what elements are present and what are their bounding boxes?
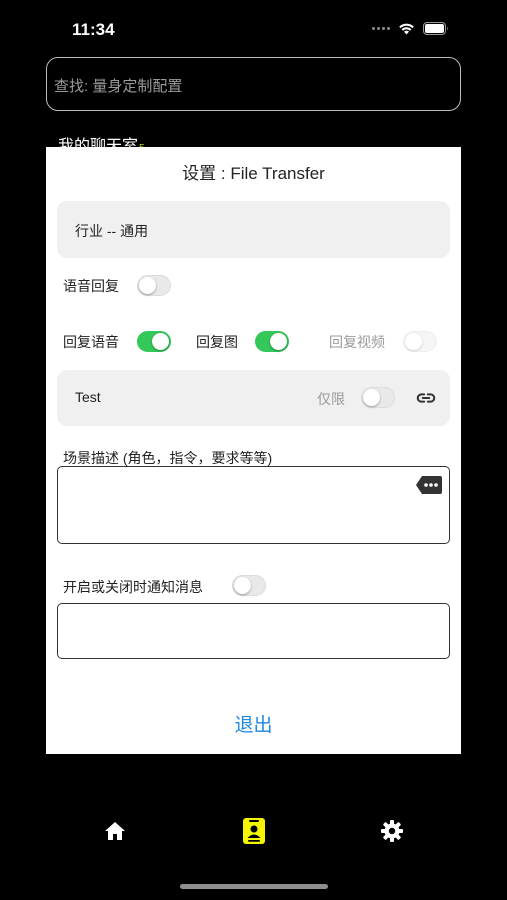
voice-reply-label: 语音回复 — [63, 278, 119, 294]
test-row: Test 仅限 — [57, 370, 450, 426]
search-text: 查找: 量身定制配置 — [54, 78, 183, 95]
reply-image-toggle[interactable] — [255, 331, 289, 352]
limit-toggle[interactable] — [361, 387, 395, 408]
tab-settings[interactable] — [376, 815, 408, 847]
reply-image-label: 回复图 — [196, 334, 238, 350]
tab-bar — [0, 805, 507, 865]
more-tag-icon[interactable] — [415, 475, 443, 495]
home-icon — [105, 822, 125, 840]
reply-voice-label: 回复语音 — [63, 334, 119, 350]
battery-icon — [423, 22, 448, 35]
exit-button[interactable]: 退出 — [46, 710, 461, 737]
reply-video-toggle[interactable] — [403, 331, 437, 352]
industry-selector[interactable]: 行业 -- 通用 — [57, 201, 450, 258]
tab-home[interactable] — [99, 815, 131, 847]
status-time: 11:34 — [72, 20, 115, 39]
status-bar: 11:34 — [0, 0, 507, 60]
reply-voice-toggle[interactable] — [137, 331, 171, 352]
industry-label: 行业 -- 通用 — [75, 223, 149, 239]
notify-label: 开启或关闭时通知消息 — [63, 579, 203, 595]
scene-description-input[interactable] — [57, 466, 450, 544]
home-indicator — [180, 884, 328, 889]
wifi-icon — [399, 23, 414, 35]
notify-message-input[interactable] — [57, 603, 450, 659]
tab-contacts[interactable] — [238, 815, 270, 847]
status-icons — [372, 22, 449, 35]
settings-dialog: 设置 : File Transfer 行业 -- 通用 语音回复 回复语音 回复… — [46, 147, 461, 754]
gear-icon — [381, 820, 403, 842]
dialog-title: 设置 : File Transfer — [182, 164, 325, 183]
voice-reply-toggle[interactable] — [137, 275, 171, 296]
notify-toggle[interactable] — [232, 575, 266, 596]
search-input[interactable]: 查找: 量身定制配置 — [46, 57, 461, 111]
link-icon[interactable] — [415, 387, 437, 409]
limit-label: 仅限 — [317, 391, 345, 407]
test-row-name: Test — [75, 389, 101, 405]
reply-video-label: 回复视频 — [329, 334, 385, 350]
contact-card-icon — [243, 818, 265, 844]
cellular-signal-icon — [372, 27, 390, 30]
scene-description-label: 场景描述 (角色，指令，要求等等) — [63, 450, 273, 466]
